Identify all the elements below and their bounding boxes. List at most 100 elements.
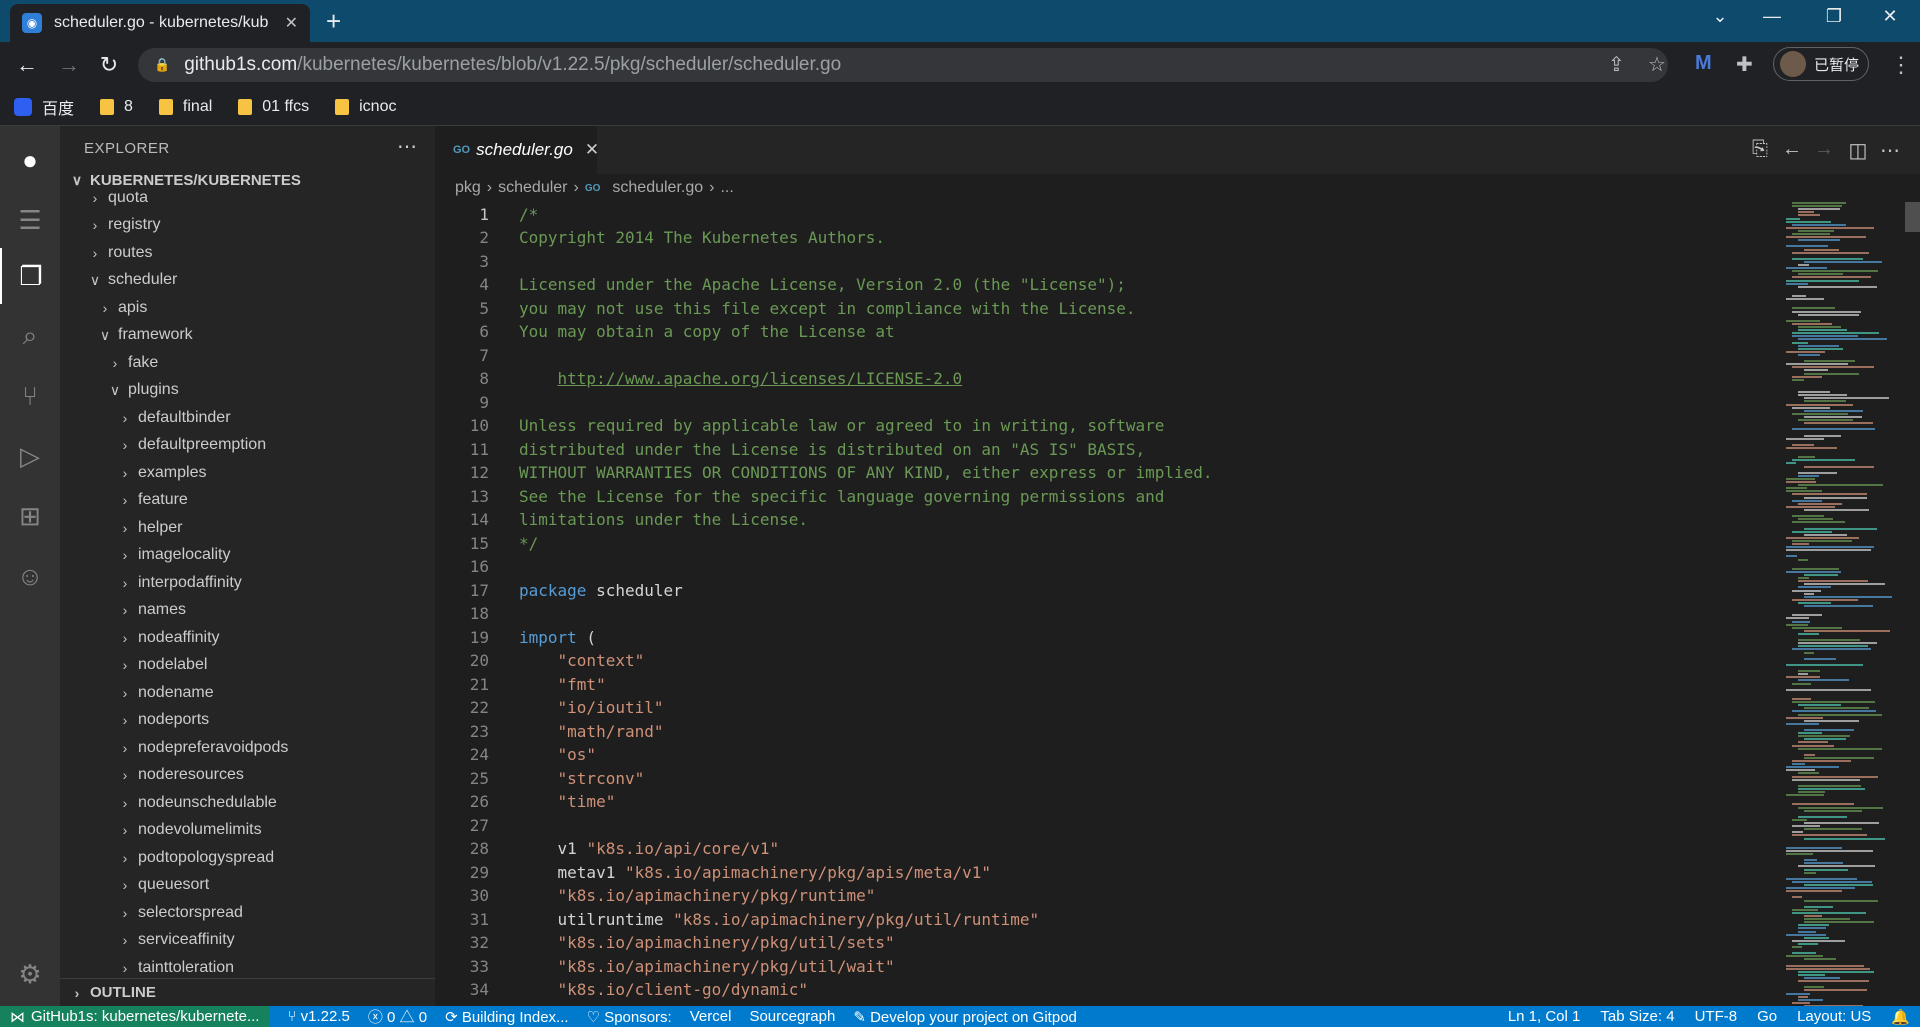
source-control-icon[interactable]: ⑂ — [0, 368, 60, 424]
cursor-position[interactable]: Ln 1, Col 1 — [1508, 1008, 1581, 1025]
gitpod-link[interactable]: ✎ Develop your project on Gitpod — [853, 1008, 1077, 1026]
close-editor-icon[interactable]: ✕ — [585, 140, 599, 160]
extensions-puzzle-icon[interactable]: ✚ — [1736, 52, 1753, 77]
more-actions-icon[interactable]: ⋯ — [397, 134, 417, 159]
profile-button[interactable]: 已暂停 — [1773, 47, 1869, 81]
split-editor-icon[interactable]: ◫ — [1845, 138, 1871, 163]
tree-item[interactable]: › queuesort — [60, 872, 435, 899]
breadcrumb-scheduler[interactable]: scheduler — [498, 179, 567, 197]
breadcrumb-pkg[interactable]: pkg — [455, 179, 481, 197]
tree-item[interactable]: › nodevolumelimits — [60, 817, 435, 844]
tree-item[interactable]: › defaultpreemption — [60, 432, 435, 459]
tab-search-icon[interactable]: ⌄ — [1700, 6, 1740, 27]
restore-icon[interactable]: ❐ — [1814, 6, 1854, 27]
editor-tab-scheduler-go[interactable]: GO scheduler.go ✕ — [435, 126, 599, 174]
code-line: 25 "strconv" — [435, 766, 1775, 790]
address-bar[interactable]: 🔒 github1s.com /kubernetes/kubernetes/bl… — [138, 48, 1668, 82]
tree-item[interactable]: › apis — [60, 294, 435, 321]
building-index-indicator[interactable]: ⟳ Building Index... — [445, 1008, 569, 1026]
close-window-icon[interactable]: ✕ — [1870, 6, 1910, 27]
breadcrumb-file[interactable]: scheduler.go — [612, 179, 703, 197]
minimap-line — [1798, 580, 1868, 583]
bookmark-baidu[interactable]: 百度 — [14, 95, 74, 119]
tree-item[interactable]: › podtopologyspread — [60, 844, 435, 871]
code-link[interactable]: http://www.apache.org/licenses/LICENSE-2… — [558, 369, 963, 388]
tree-item[interactable]: › registry — [60, 212, 435, 239]
browser-tab[interactable]: ◉ scheduler.go - kubernetes/kub ✕ — [10, 4, 310, 42]
open-changes-icon[interactable]: ⎘ — [1747, 138, 1773, 161]
minimize-icon[interactable]: — — [1752, 6, 1792, 27]
tree-item[interactable]: › helper — [60, 514, 435, 541]
reload-icon[interactable]: ↻ — [94, 52, 124, 78]
remote-indicator[interactable]: ⋈ GitHub1s: kubernetes/kubernete... — [0, 1006, 270, 1027]
run-debug-icon[interactable]: ▷ — [0, 428, 60, 484]
code-view[interactable]: 1 /* 2 Copyright 2014 The Kubernetes Author… — [435, 202, 1775, 1006]
search-icon[interactable]: ⌕ — [0, 308, 60, 364]
tree-item[interactable]: ∨ framework — [60, 322, 435, 349]
notifications-bell-icon[interactable]: 🔔 — [1891, 1008, 1910, 1026]
keyboard-layout[interactable]: Layout: US — [1797, 1008, 1871, 1025]
bot-icon[interactable]: ☺ — [0, 548, 60, 604]
bookmark-folder-ffcs[interactable]: 01 ffcs — [238, 98, 309, 116]
problems-indicator[interactable]: ⓧ 0 △ 0 — [368, 1006, 427, 1027]
tree-item[interactable]: › noderesources — [60, 762, 435, 789]
settings-gear-icon[interactable]: ⚙ — [0, 946, 60, 1002]
outline-section-header[interactable]: › OUTLINE — [60, 978, 435, 1006]
tree-item[interactable]: ∨ scheduler — [60, 267, 435, 294]
bookmark-folder-final[interactable]: final — [158, 98, 212, 116]
extension-icon[interactable]: M — [1695, 52, 1712, 75]
minimap-line — [1804, 465, 1874, 468]
go-forward-icon[interactable]: → — [1811, 138, 1837, 161]
explorer-icon[interactable]: ❐ — [0, 248, 60, 304]
tree-item[interactable]: › fake — [60, 349, 435, 376]
tree-item[interactable]: › names — [60, 597, 435, 624]
minimap[interactable] — [1780, 202, 1910, 1006]
tree-item[interactable]: › interpodaffinity — [60, 569, 435, 596]
sponsor-vercel-link[interactable]: Vercel — [690, 1008, 732, 1025]
bookmark-star-icon[interactable]: ☆ — [1648, 52, 1666, 77]
tree-item[interactable]: › nodeports — [60, 707, 435, 734]
share-icon[interactable]: ⇪ — [1608, 52, 1625, 77]
tree-item[interactable]: › examples — [60, 459, 435, 486]
minimap-line — [1804, 918, 1850, 921]
tree-item[interactable]: › routes — [60, 239, 435, 266]
bookmark-folder-8[interactable]: 8 — [100, 98, 133, 116]
tree-item[interactable]: › nodeaffinity — [60, 624, 435, 651]
tree-item[interactable]: › serviceaffinity — [60, 927, 435, 954]
new-tab-icon[interactable]: + — [326, 6, 341, 36]
tree-item[interactable]: › nodepreferavoidpods — [60, 734, 435, 761]
code-text: http://www.apache.org/licenses/LICENSE-2… — [519, 369, 963, 388]
back-icon[interactable]: ← — [12, 52, 42, 78]
forward-icon[interactable]: → — [54, 52, 84, 78]
language-mode[interactable]: Go — [1757, 1008, 1777, 1025]
extensions-icon[interactable]: ⊞ — [0, 488, 60, 544]
tree-item[interactable]: › imagelocality — [60, 542, 435, 569]
go-back-icon[interactable]: ← — [1779, 138, 1805, 161]
breadcrumb-symbols[interactable]: ... — [720, 179, 733, 197]
bookmark-folder-icnoc[interactable]: icnoc — [335, 98, 396, 116]
tree-item[interactable]: › selectorspread — [60, 899, 435, 926]
encoding[interactable]: UTF-8 — [1695, 1008, 1738, 1025]
minimap-line — [1792, 530, 1832, 533]
tree-item[interactable]: ∨ plugins — [60, 377, 435, 404]
tree-item[interactable]: › defaultbinder — [60, 404, 435, 431]
more-menu-icon[interactable]: ⋮ — [1890, 52, 1912, 78]
tree-item[interactable]: › tainttoleration — [60, 954, 435, 975]
tree-item[interactable]: › quota — [60, 184, 435, 211]
sponsor-sourcegraph-link[interactable]: Sourcegraph — [749, 1008, 835, 1025]
editor-scrollbar-thumb[interactable] — [1905, 202, 1920, 232]
tree-item[interactable]: › feature — [60, 487, 435, 514]
branch-indicator[interactable]: ⑂ v1.22.5 — [287, 1008, 349, 1025]
tree-item[interactable]: › nodelabel — [60, 652, 435, 679]
tab-size[interactable]: Tab Size: 4 — [1600, 1008, 1674, 1025]
menu-icon[interactable]: ☰ — [0, 192, 60, 248]
github-icon[interactable]: ● — [0, 132, 60, 188]
close-tab-icon[interactable]: ✕ — [285, 13, 298, 33]
tree-item[interactable]: › nodeunschedulable — [60, 789, 435, 816]
code-token: metav1 — [519, 862, 625, 882]
line-number: 16 — [469, 557, 489, 576]
editor-more-icon[interactable]: ⋯ — [1877, 138, 1903, 163]
tree-item[interactable]: › nodename — [60, 679, 435, 706]
